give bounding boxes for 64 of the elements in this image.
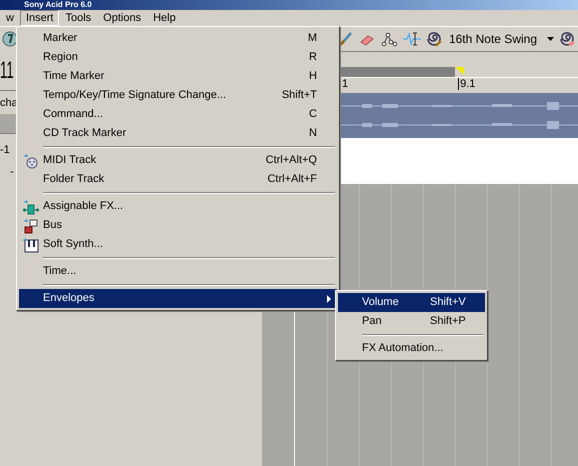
shortcut-label: Shift+P [430, 314, 466, 330]
menu-item-label: MIDI Track [43, 153, 98, 168]
window-title: Sony Acid Pro 6.0 [24, 1, 92, 9]
menu-item-label: Marker [43, 31, 78, 46]
menu-item[interactable]: Pan Shift+P [338, 312, 485, 331]
shortcut-label: H [309, 69, 317, 84]
shortcut-label: Shift+T [282, 88, 317, 104]
waveform-cursor-icon[interactable] [402, 31, 421, 47]
midi-plug-icon [23, 152, 39, 168]
menu-bar-item[interactable]: Tools [59, 10, 98, 26]
shortcut-label: N [309, 126, 317, 142]
menu-item-label: CD Track Marker [43, 126, 128, 142]
menu-item[interactable]: CD Track Marker N [19, 124, 337, 143]
piano-keys-icon [23, 236, 39, 252]
spiral-brush-icon[interactable] [426, 31, 443, 47]
shortcut-label: C [309, 107, 317, 122]
menu-item-label: Command... [43, 107, 104, 122]
menu-item[interactable]: FX Automation... [338, 339, 485, 358]
menu-item-label: Folder Track [43, 172, 106, 188]
shortcut-label: Shift+V [430, 295, 466, 310]
shortcut-label: Ctrl+Alt+F [267, 172, 317, 188]
menu-item[interactable]: Assignable FX... [19, 197, 337, 216]
spiral-eraser-icon[interactable] [560, 31, 576, 47]
menu-item-label: Soft Synth... [43, 237, 104, 252]
submenu-arrow-icon [327, 294, 331, 302]
menu-item-label: Volume [362, 295, 400, 310]
menu-item[interactable]: Marker M [19, 29, 337, 48]
menu-item[interactable]: Time Marker H [19, 67, 337, 86]
shortcut-label: R [309, 50, 317, 66]
fx-plugin-icon [23, 198, 39, 214]
caret-icon [547, 37, 554, 41]
shortcut-label: M [308, 31, 317, 46]
counter-display: 11 [0, 58, 14, 82]
bus-connector-icon [23, 218, 39, 234]
swing-dropdown[interactable]: 16th Note Swing [448, 30, 554, 48]
menu-item[interactable]: Region R [19, 48, 337, 67]
menu-item[interactable]: Command... C [19, 105, 337, 124]
shortcut-label: Ctrl+Alt+Q [266, 153, 317, 168]
ruler-mark: 9.1 [458, 78, 476, 90]
menu-item-label: Assignable FX... [43, 199, 124, 214]
menu-item-label: Envelopes [43, 291, 96, 306]
node-path-icon[interactable] [380, 31, 397, 47]
menu-item[interactable]: Soft Synth... [19, 235, 337, 254]
menu-item[interactable]: Envelopes [19, 289, 337, 308]
menu-item[interactable]: Tempo/Key/Time Signature Change... Shift+T [19, 86, 337, 105]
menu-item[interactable]: Bus [19, 216, 337, 235]
loop-end-marker-icon[interactable] [455, 67, 464, 75]
menu-item[interactable]: Time... [19, 262, 337, 281]
menu-item[interactable]: MIDI Track Ctrl+Alt+Q [19, 151, 337, 170]
menu-bar-item[interactable]: Options [97, 10, 148, 26]
menu-item-label: Tempo/Key/Time Signature Change... [43, 88, 228, 104]
menu-bar-item[interactable]: w [0, 10, 20, 26]
menu-item-label: Bus [43, 218, 63, 234]
menu-item[interactable]: Volume Shift+V [338, 293, 485, 312]
panel-value: - [10, 165, 14, 180]
menu-item-label: Time... [43, 264, 78, 280]
menu-item-label: FX Automation... [362, 341, 444, 356]
menu-item-label: Time Marker [43, 69, 106, 84]
menu-bar-item[interactable]: Insert [20, 10, 60, 26]
panel-value: -1 [0, 142, 10, 158]
menu-item-label: Region [43, 50, 79, 66]
menu-bar-item[interactable]: Help [147, 10, 182, 26]
menu-item[interactable]: Folder Track Ctrl+Alt+F [19, 170, 337, 189]
menu-item-label: Pan [362, 314, 383, 330]
